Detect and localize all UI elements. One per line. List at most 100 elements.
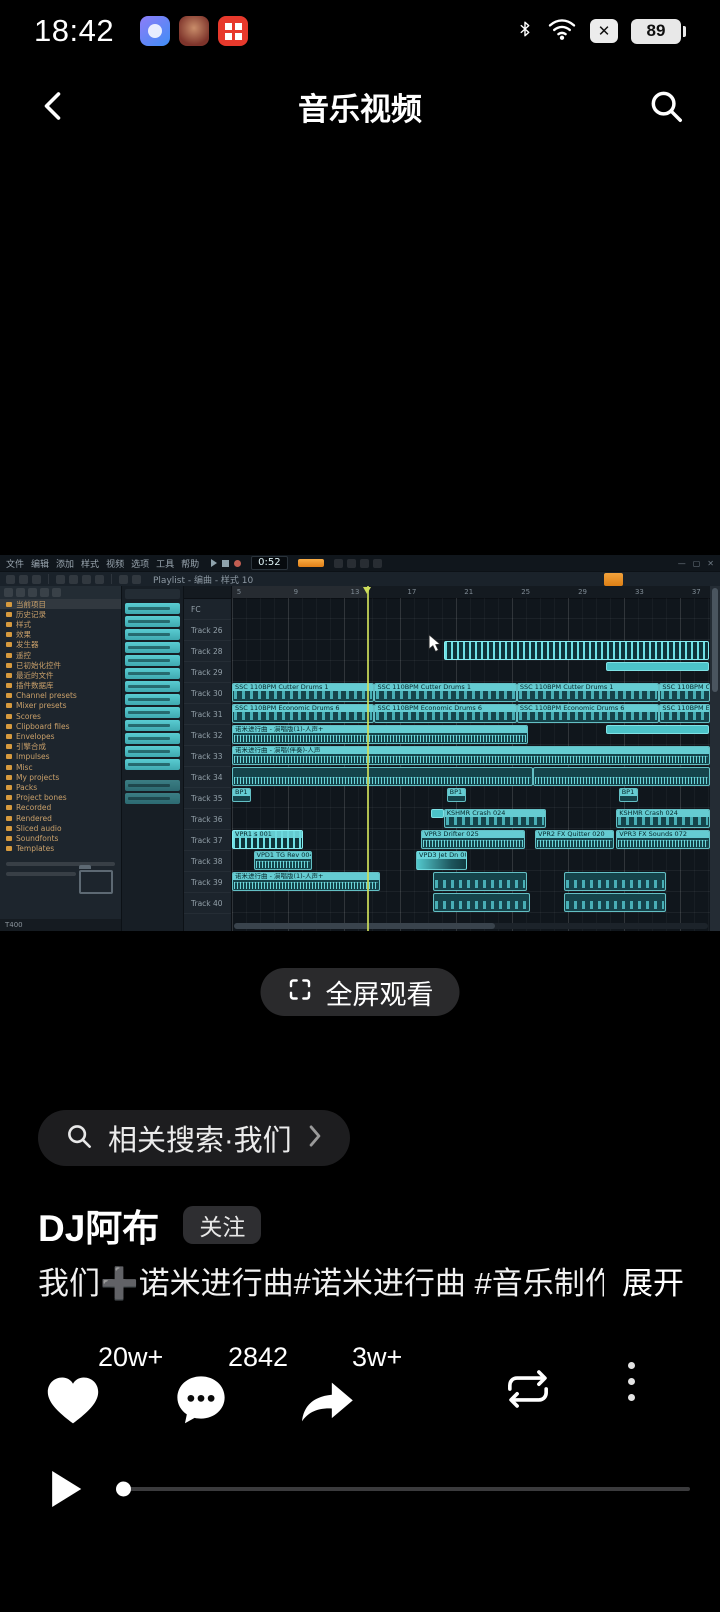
time-display: 0:52: [251, 556, 287, 570]
clip: 诺米进行曲 - 演唱版(1)-人声+: [232, 872, 380, 891]
browser-status-label: T400: [5, 921, 23, 929]
browser-item: 插件数据库: [0, 681, 121, 691]
expand-button[interactable]: 展开: [622, 1258, 684, 1303]
folder-icon: [6, 805, 12, 810]
more-options-icon[interactable]: [628, 1362, 635, 1401]
daw-menu-item: 工具: [156, 557, 174, 570]
browser-item: My projects: [0, 772, 121, 782]
browser-item: 样式: [0, 619, 121, 629]
folder-icon: [6, 632, 12, 637]
folder-icon: [6, 724, 12, 729]
browser-item-label: Impulses: [16, 752, 50, 761]
daw-menu-item: 文件: [6, 557, 24, 570]
clip: BP1: [619, 788, 638, 802]
clip: 诺米进行曲 - 演唱版(1)-人声+: [232, 725, 528, 744]
pattern-block: [125, 707, 180, 718]
share-icon[interactable]: [298, 1377, 356, 1432]
clip-label: VPR3 FX Sounds 072: [617, 831, 709, 838]
track-name: Track 31: [184, 704, 231, 725]
gutter-corner: [184, 586, 231, 599]
browser-item-label: Project bones: [16, 793, 67, 802]
clip: SSC 110BPM Economic Drums 6: [374, 704, 516, 723]
browser-item-label: 当前项目: [16, 599, 46, 609]
daw-menu-item: 视频: [106, 557, 124, 570]
clip-label: KSHMR Crash 024: [617, 810, 709, 817]
folder-icon: [6, 703, 12, 708]
clip: VPR1 s 001: [232, 830, 303, 849]
bluetooth-icon: [516, 16, 534, 47]
clip-label: BP1: [620, 789, 637, 796]
daw-menu-item: 编辑: [31, 557, 49, 570]
share-group[interactable]: 3w+: [298, 1340, 448, 1436]
track-name: Track 37: [184, 830, 231, 851]
follow-button[interactable]: 关注: [183, 1206, 261, 1244]
big-folder-icon: [79, 870, 113, 894]
clip: SSC 110BPM Economic Drums 6: [659, 704, 710, 723]
ruler-number: 37: [692, 588, 701, 596]
heart-icon[interactable]: [44, 1373, 102, 1432]
clip-label: 诺米进行曲 - 演唱(伴奏)-人声: [233, 747, 709, 754]
folder-icon: [6, 673, 12, 678]
play-button[interactable]: [48, 1465, 92, 1513]
back-button[interactable]: [32, 82, 76, 130]
clip-label: SSC 110BPM Economic Drums 6: [233, 705, 373, 712]
daw-body: 当前项目历史记录样式效果发生器遥控已初始化控件最近的文件插件数据库Channel…: [0, 586, 720, 931]
author-name[interactable]: DJ阿布: [38, 1198, 159, 1252]
progress-thumb[interactable]: [116, 1482, 131, 1497]
ruler-number: 25: [521, 588, 530, 596]
video-frame[interactable]: 文件编辑添加样式视频选项工具帮助 0:52 — ▢ ✕ Playl: [0, 555, 720, 931]
video-description: 我们➕诺米进行曲#诺米进行曲 #音乐制作 …: [38, 1258, 604, 1303]
search-icon: [64, 1121, 94, 1156]
browser-item: Impulses: [0, 752, 121, 762]
clip-label: SSC 110BPM Economic Drums 6: [518, 705, 658, 712]
progress-bar[interactable]: [118, 1487, 690, 1491]
related-search-pill[interactable]: 相关搜索·我们: [38, 1110, 350, 1166]
browser-item-label: Rendered: [16, 814, 52, 823]
fullscreen-button[interactable]: 全屏观看: [261, 968, 460, 1016]
folder-icon: [6, 816, 12, 821]
search-button[interactable]: [644, 82, 688, 130]
browser-item-label: Scores: [16, 712, 41, 721]
browser-item-label: Soundfonts: [16, 834, 58, 843]
pattern-block: [125, 603, 180, 614]
pattern-block: [125, 759, 180, 770]
browser-item: Envelopes: [0, 731, 121, 741]
description-row: 我们➕诺米进行曲#诺米进行曲 #音乐制作 … 展开: [38, 1258, 684, 1303]
browser-item: 遥控: [0, 650, 121, 660]
app-notification-icon: [179, 16, 209, 46]
play-transport-icon: [211, 559, 217, 567]
clip: BP1: [447, 788, 466, 802]
clip: [433, 872, 527, 891]
clip: [433, 893, 530, 912]
action-bar: 20w+ 2842 3w+: [0, 1336, 720, 1436]
clip: BP1: [232, 788, 251, 802]
pattern-block: [125, 681, 180, 692]
folder-icon: [6, 663, 12, 668]
track-gutter: FCTrack 26Track 28Track 29Track 30Track …: [184, 586, 232, 931]
clip: SSC 110BPM Cutter Drums 1: [517, 683, 659, 702]
like-group[interactable]: 20w+: [44, 1340, 194, 1436]
clip: [232, 767, 533, 786]
browser-list: 当前项目历史记录样式效果发生器遥控已初始化控件最近的文件插件数据库Channel…: [0, 599, 121, 854]
window-controls: — ▢ ✕: [678, 559, 714, 568]
clip-label: KSHMR Crash 024: [445, 810, 545, 817]
browser-item-label: Envelopes: [16, 732, 55, 741]
browser-item: Packs: [0, 782, 121, 792]
ruler-number: 17: [407, 588, 416, 596]
browser-item: 历史记录: [0, 609, 121, 619]
repeat-icon[interactable]: [502, 1366, 554, 1417]
clip: 诺米进行曲 - 演唱(伴奏)-人声: [232, 746, 710, 765]
pattern-block: [125, 733, 180, 744]
comment-icon[interactable]: [174, 1373, 228, 1432]
folder-icon: [6, 754, 12, 759]
clip: VPD1 TG Rev 004: [254, 851, 313, 870]
track-name: Track 28: [184, 641, 231, 662]
daw-menu-item: 选项: [131, 557, 149, 570]
folder-icon: [6, 744, 12, 749]
pattern-block: [125, 655, 180, 666]
mouse-cursor: [428, 634, 441, 657]
clip: SSC 110BPM Cutter Drums 1: [659, 683, 710, 702]
sim-alert-icon: ✕: [590, 19, 618, 43]
ruler-number: 21: [464, 588, 473, 596]
fullscreen-icon: [287, 976, 314, 1008]
